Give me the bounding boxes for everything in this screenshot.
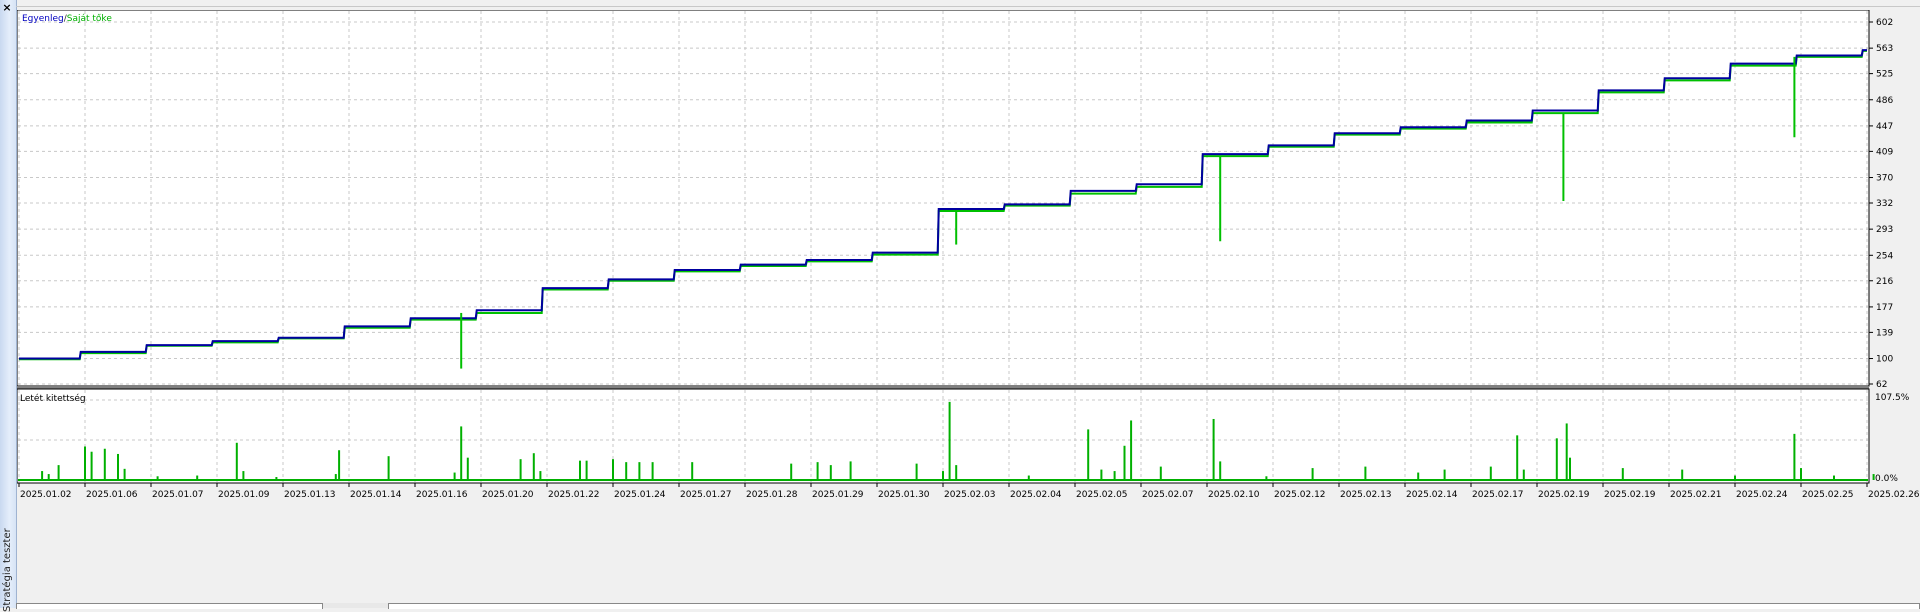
side-panel-strip: × Stratégia teszter: [0, 0, 17, 612]
x-tick-label: 2025.02.05: [1076, 490, 1128, 500]
close-icon[interactable]: ×: [1, 2, 13, 14]
legend-balance: Egyenleg: [22, 14, 64, 24]
equity-y-ticks: 602 563 525 486 447 409 370 332 293 254 216 177 139 1…: [1869, 18, 1893, 390]
top-divider: [16, 6, 1920, 7]
x-tick-label: 2025.01.06: [86, 490, 138, 500]
x-tick-label: 2025.02.24: [1736, 490, 1788, 500]
x-tick-label: 2025.01.24: [614, 490, 666, 500]
equity-ytick-label: 254: [1876, 251, 1893, 261]
equity-ytick-label: 486: [1876, 96, 1893, 106]
x-tick-label: 2025.02.07: [1142, 490, 1194, 500]
equity-ytick-label: 602: [1876, 18, 1893, 28]
x-tick-label: 2025.02.25: [1802, 490, 1854, 500]
x-tick-label: 2025.01.14: [350, 490, 402, 500]
exposure-title: Letét kitettség: [20, 393, 86, 404]
x-tick-label: 2025.01.16: [416, 490, 468, 500]
equity-ytick-label: 409: [1876, 147, 1893, 157]
equity-ytick-label: 293: [1876, 225, 1893, 235]
exposure-ytick-min: 0.0%: [1875, 474, 1898, 484]
equity-ytick-label: 332: [1876, 199, 1893, 209]
x-tick-label: 2025.01.20: [482, 490, 534, 500]
x-tick-label: 2025.02.19: [1604, 490, 1656, 500]
x-tick-label: 2025.01.22: [548, 490, 600, 500]
tab-right[interactable]: [388, 603, 1920, 609]
equity-ytick-label: 563: [1876, 44, 1893, 54]
legend-equity: Saját tőke: [67, 14, 113, 24]
x-tick-label: 2025.02.13: [1340, 490, 1392, 500]
x-tick-label: 2025.01.28: [746, 490, 798, 500]
x-tick-label: 2025.02.10: [1208, 490, 1260, 500]
equity-ytick-label: 447: [1876, 122, 1893, 132]
chart-area: 602 563 525 486 447 409 370 332 293 254 216 177 139 1…: [16, 9, 1920, 600]
x-tick-label: 2025.02.21: [1670, 490, 1722, 500]
x-tick-label: 2025.02.12: [1274, 490, 1326, 500]
x-tick-label: 2025.01.02: [20, 490, 72, 500]
x-tick-label: 2025.02.03: [944, 490, 996, 500]
x-tick-label: 2025.02.19: [1538, 490, 1590, 500]
equity-ytick-label: 525: [1876, 70, 1893, 80]
equity-ytick-label: 139: [1876, 328, 1893, 338]
equity-ytick-label: 216: [1876, 277, 1893, 287]
exposure-ytick-max: 107.5%: [1875, 393, 1910, 403]
equity-ytick-label: 177: [1876, 303, 1893, 313]
x-tick-label: 2025.01.09: [218, 490, 270, 500]
equity-ytick-label: 62: [1876, 380, 1887, 390]
x-axis-ticks: 2025.01.02 2025.01.06 2025.01.07 2025.01.09…: [18, 483, 1920, 500]
x-tick-label: 2025.01.27: [680, 490, 732, 500]
x-tick-label: 2025.01.07: [152, 490, 204, 500]
x-tick-label: 2025.02.26: [1868, 490, 1920, 500]
equity-ytick-label: 100: [1876, 355, 1893, 365]
equity-ytick-label: 370: [1876, 174, 1893, 184]
x-tick-label: 2025.01.29: [812, 490, 864, 500]
x-tick-label: 2025.02.14: [1406, 490, 1458, 500]
tab-left[interactable]: [16, 603, 323, 609]
chart-svg: 602 563 525 486 447 409 370 332 293 254 216 177 139 1…: [16, 9, 1920, 500]
x-tick-label: 2025.01.30: [878, 490, 930, 500]
x-tick-label: 2025.02.17: [1472, 490, 1524, 500]
x-tick-label: 2025.01.13: [284, 490, 336, 500]
strategy-tester-label[interactable]: Stratégia teszter: [2, 528, 16, 612]
x-tick-label: 2025.02.04: [1010, 490, 1062, 500]
